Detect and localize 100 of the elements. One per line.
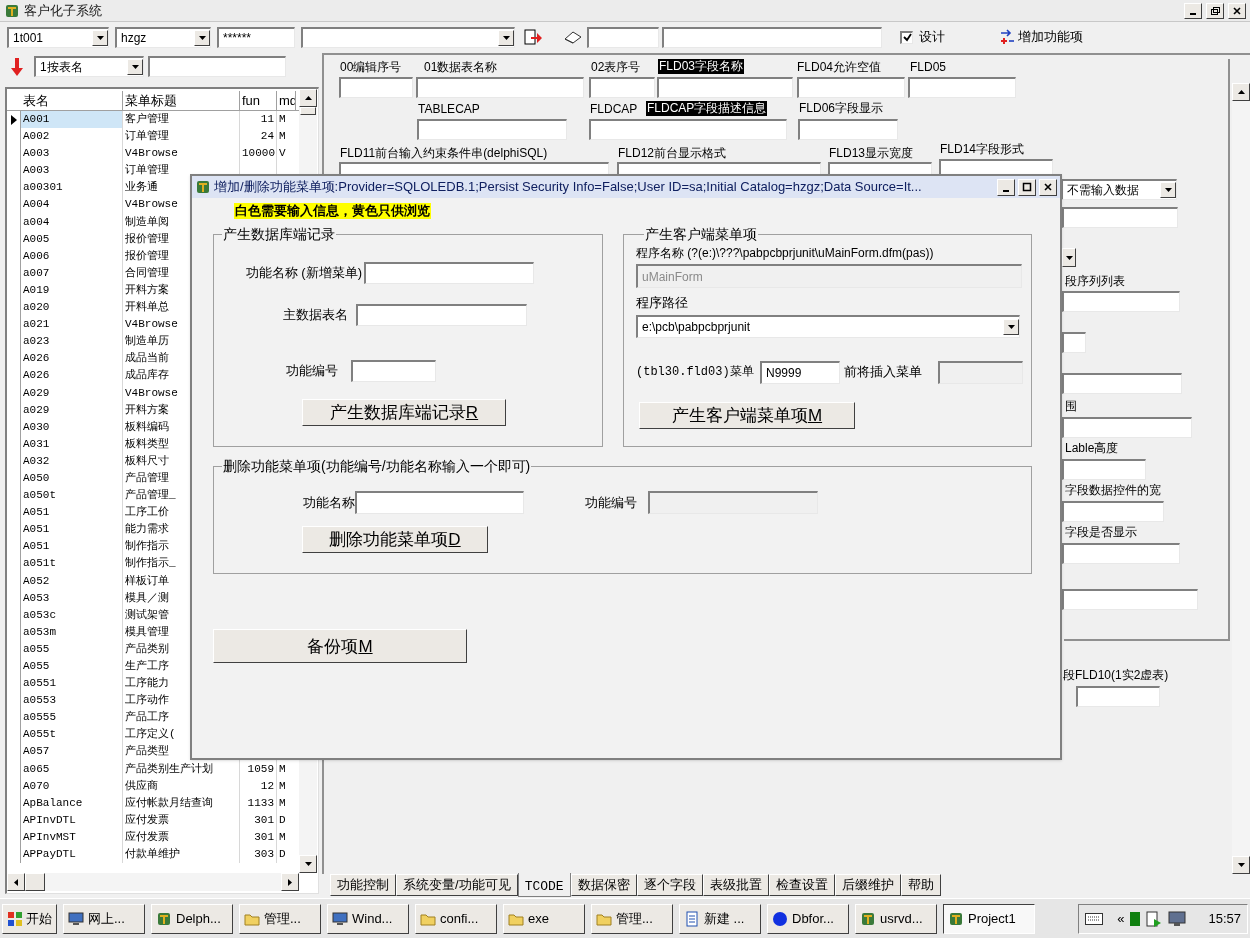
scroll-down-button[interactable]: [1232, 856, 1250, 874]
taskbar-button[interactable]: 管理...: [591, 903, 673, 934]
generate-menu-button[interactable]: 产生客户端菜单项M: [639, 401, 855, 429]
arrow-up-icon: [304, 96, 312, 100]
close-button[interactable]: [1039, 178, 1057, 196]
input-field[interactable]: [662, 26, 882, 48]
tab[interactable]: 数据保密: [570, 874, 637, 896]
close-button[interactable]: [1228, 2, 1246, 19]
scroll-thumb[interactable]: [300, 107, 316, 115]
column-header[interactable]: 菜单标题: [123, 90, 240, 110]
tab[interactable]: 帮助: [900, 874, 941, 896]
input-field[interactable]: [1062, 543, 1180, 564]
app-icon: [4, 2, 20, 19]
taskbar-button[interactable]: 管理...: [239, 903, 321, 934]
input-field[interactable]: [148, 56, 286, 77]
tab[interactable]: 后缀维护: [834, 874, 901, 896]
table-cell: 客户管理: [123, 111, 240, 129]
input-field[interactable]: N9999: [760, 360, 840, 384]
table-cell: a0555: [21, 709, 123, 727]
horizontal-scrollbar[interactable]: [7, 873, 299, 891]
path-combo[interactable]: e:\pcb\pabpcbprjunit: [636, 314, 1020, 338]
table-cell: 24: [240, 128, 277, 146]
table-cell: a055: [21, 640, 123, 658]
tab[interactable]: 功能控制: [330, 874, 396, 896]
input-field[interactable]: [1062, 417, 1192, 438]
input-field[interactable]: [339, 77, 413, 98]
taskbar-button[interactable]: usrvd...: [855, 903, 937, 934]
tab[interactable]: 系统变量/功能可见: [396, 874, 518, 896]
table-cell: A026: [21, 350, 123, 368]
taskbar-button[interactable]: exe: [503, 903, 585, 934]
generate-record-button[interactable]: 产生数据库端记录R: [302, 399, 506, 426]
add-function-button[interactable]: 增加功能项: [999, 27, 1083, 47]
tab[interactable]: TCODE: [517, 873, 571, 897]
input-field[interactable]: [1062, 207, 1178, 228]
input-field[interactable]: [1062, 459, 1146, 480]
taskbar-button[interactable]: confi...: [415, 903, 497, 934]
scroll-left-button[interactable]: [7, 873, 25, 891]
taskbar-button[interactable]: Dbfor...: [767, 903, 849, 934]
taskbar-button[interactable]: 新建 ...: [679, 903, 761, 934]
input-field[interactable]: [589, 77, 655, 98]
table-cell: A053: [21, 589, 123, 607]
column-header[interactable]: fun: [240, 90, 277, 110]
input-field[interactable]: [351, 360, 436, 382]
field-label: FLD14字段形式: [939, 142, 1026, 157]
vertical-scrollbar[interactable]: [1232, 83, 1250, 874]
column-header[interactable]: 表名: [21, 90, 123, 110]
input-field[interactable]: [798, 119, 898, 140]
restore-button[interactable]: [1206, 2, 1224, 19]
input-field[interactable]: [364, 262, 534, 284]
maximize-icon: [1022, 182, 1032, 192]
user-combo[interactable]: hzgz: [115, 26, 211, 48]
start-button[interactable]: 开始: [2, 903, 57, 934]
table-cell: A019: [21, 281, 123, 300]
taskbar-button[interactable]: Project1: [943, 903, 1035, 934]
input-field[interactable]: [1062, 291, 1180, 312]
input-field[interactable]: [417, 119, 567, 140]
input-field[interactable]: [1062, 589, 1198, 610]
table-cell-text: D: [278, 847, 287, 863]
input-field[interactable]: [355, 491, 524, 514]
field-label: 段FLD10(1实2虚表): [1062, 668, 1170, 683]
down-arrow-icon: [10, 57, 24, 76]
input-field[interactable]: [657, 77, 793, 98]
minimize-button[interactable]: [997, 178, 1015, 196]
checkbox[interactable]: [900, 30, 913, 44]
scroll-thumb[interactable]: [25, 873, 45, 891]
sort-combo[interactable]: 1按表名: [34, 56, 144, 77]
input-field[interactable]: [416, 77, 584, 98]
minimize-button[interactable]: [1184, 2, 1202, 19]
input-field[interactable]: [1062, 501, 1164, 522]
input-field[interactable]: [1076, 686, 1160, 707]
tab[interactable]: 逐个字段: [636, 874, 703, 896]
taskbar-button[interactable]: Delph...: [151, 903, 233, 934]
scroll-right-button[interactable]: [281, 873, 299, 891]
database-combo[interactable]: 1t001: [7, 26, 109, 48]
input-field[interactable]: [797, 77, 905, 98]
dropdown-button[interactable]: [1062, 248, 1076, 267]
input-field[interactable]: ******: [217, 26, 295, 48]
input-field[interactable]: [1062, 373, 1182, 394]
input-field[interactable]: [356, 304, 527, 326]
delete-menu-button[interactable]: 删除功能菜单项D: [302, 526, 488, 553]
scroll-up-button[interactable]: [299, 89, 317, 107]
taskbar-button[interactable]: Wind...: [327, 903, 409, 934]
scroll-up-button[interactable]: [1232, 83, 1250, 101]
maximize-button[interactable]: [1018, 178, 1036, 196]
input-field[interactable]: [908, 77, 1016, 98]
scroll-down-button[interactable]: [299, 855, 317, 873]
export-button[interactable]: [521, 26, 545, 48]
backup-button[interactable]: 备份项M: [213, 629, 467, 663]
app-icon: [195, 179, 211, 195]
input-field[interactable]: [1062, 332, 1086, 353]
combo-box[interactable]: 不需输入数据: [1061, 179, 1177, 200]
tab[interactable]: 表级批置: [702, 874, 769, 896]
combo-box[interactable]: [301, 26, 515, 48]
tray-expand-button[interactable]: «: [1117, 908, 1125, 929]
taskbar-button[interactable]: 网上...: [63, 903, 145, 934]
tab[interactable]: 检查设置: [768, 874, 835, 896]
table-cell: A051: [21, 504, 123, 522]
input-field[interactable]: [589, 119, 787, 140]
table-cell: A070: [21, 777, 123, 795]
input-field[interactable]: [587, 26, 659, 48]
